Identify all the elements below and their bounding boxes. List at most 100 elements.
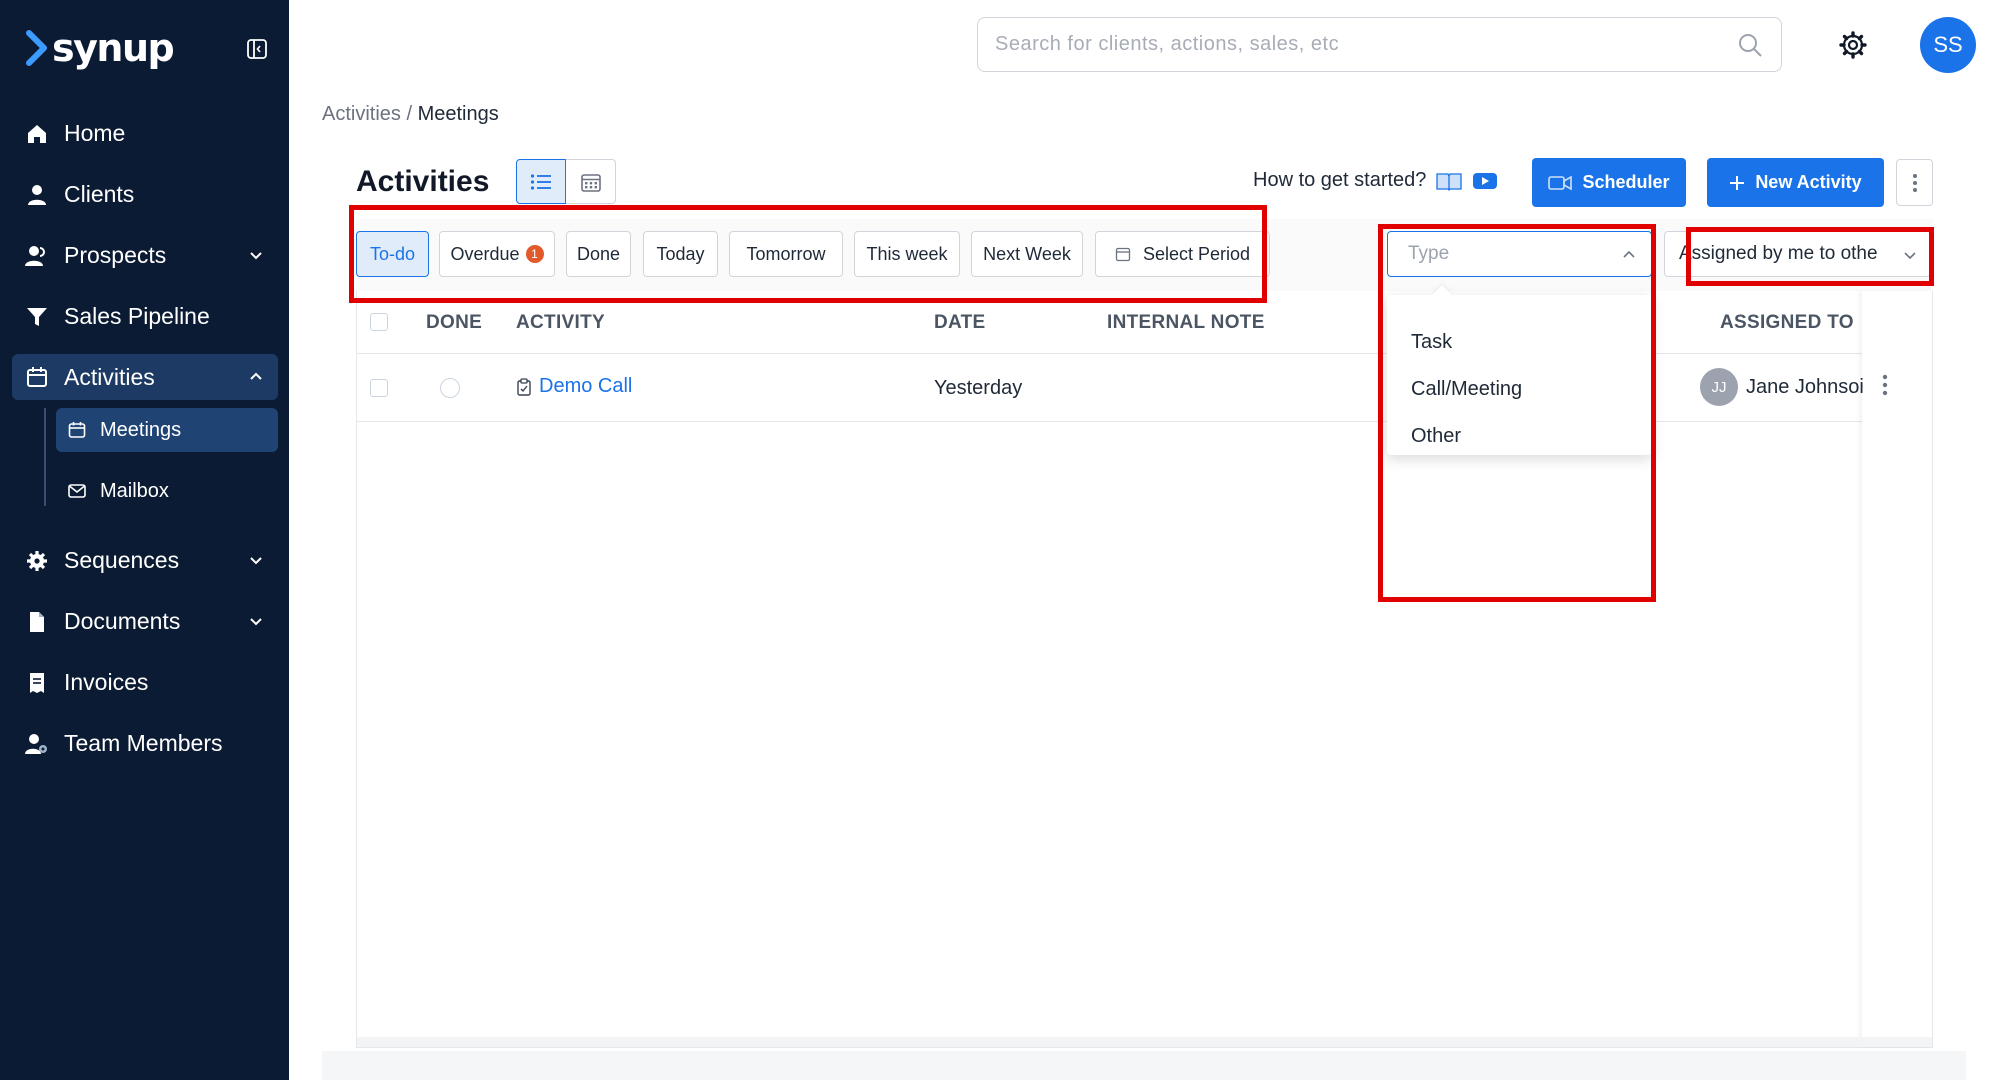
brand-logo[interactable]: synup xyxy=(26,26,175,70)
activities-table: DONE ACTIVITY DATE INTERNAL NOTE ASSIGNE… xyxy=(356,291,1933,1048)
funnel-icon xyxy=(24,304,50,330)
search-icon[interactable] xyxy=(1737,32,1763,58)
filter-overdue[interactable]: Overdue 1 xyxy=(439,231,555,277)
column-assigned-to[interactable]: ASSIGNED TO xyxy=(1720,312,1854,334)
select-all-checkbox[interactable] xyxy=(370,313,388,331)
user-icon xyxy=(24,182,50,208)
sidebar-item-team-members[interactable]: Team Members xyxy=(12,713,278,774)
assignee-name: Jane Johnsoi xyxy=(1746,375,1864,398)
column-internal-note[interactable]: INTERNAL NOTE xyxy=(1107,312,1265,334)
sidebar-item-meetings[interactable]: Meetings xyxy=(56,408,278,452)
sidebar-item-home[interactable]: Home xyxy=(12,103,278,164)
breadcrumb: Activities / Meetings xyxy=(322,103,499,126)
video-camera-icon xyxy=(1548,175,1573,190)
calendar-icon xyxy=(580,173,601,192)
type-select[interactable]: Type xyxy=(1387,231,1652,277)
sidebar-item-label: Documents xyxy=(64,608,181,634)
team-icon xyxy=(24,731,50,757)
sidebar-collapse-icon[interactable] xyxy=(246,38,268,60)
logo-chevron-icon xyxy=(26,30,47,66)
filter-this-week[interactable]: This week xyxy=(854,231,960,277)
type-select-placeholder: Type xyxy=(1408,243,1450,264)
type-option-call-meeting[interactable]: Call/Meeting xyxy=(1411,378,1522,401)
sidebar-item-prospects[interactable]: Prospects xyxy=(12,225,278,286)
mail-icon xyxy=(66,480,88,502)
sidebar-item-clients[interactable]: Clients xyxy=(12,164,278,225)
user-avatar[interactable]: SS xyxy=(1920,17,1976,73)
assignee-avatar: JJ xyxy=(1700,368,1738,406)
filter-today[interactable]: Today xyxy=(643,231,718,277)
chevron-down-icon xyxy=(250,618,262,626)
settings-gear-icon[interactable] xyxy=(1838,30,1868,60)
new-activity-button[interactable]: New Activity xyxy=(1707,158,1884,207)
overdue-count-badge: 1 xyxy=(525,245,544,263)
sidebar-item-label: Sales Pipeline xyxy=(64,303,210,329)
filter-tomorrow[interactable]: Tomorrow xyxy=(729,231,843,277)
chevron-up-icon xyxy=(1623,250,1635,258)
submenu-line xyxy=(44,408,46,506)
how-to-label: How to get started? xyxy=(1253,169,1427,191)
calendar-view-button[interactable] xyxy=(566,159,616,204)
chevron-up-icon xyxy=(250,372,262,380)
view-toggle xyxy=(516,159,616,204)
invoice-icon xyxy=(24,670,50,696)
document-icon xyxy=(24,609,50,635)
list-view-button[interactable] xyxy=(516,159,566,204)
sidebar-subitem-label: Meetings xyxy=(100,418,182,441)
horizontal-scrollbar[interactable] xyxy=(357,1037,1932,1047)
search-input[interactable] xyxy=(977,17,1782,72)
filter-select-period[interactable]: Select Period xyxy=(1095,231,1270,277)
new-activity-label: New Activity xyxy=(1755,172,1862,192)
video-play-icon[interactable] xyxy=(1472,171,1498,191)
activities-submenu: Meetings Mailbox xyxy=(32,408,278,513)
sidebar-item-label: Activities xyxy=(64,363,155,390)
filter-overdue-label: Overdue xyxy=(450,243,520,264)
users-icon xyxy=(24,243,50,269)
chevron-down-icon xyxy=(250,252,262,260)
sidebar-item-label: Invoices xyxy=(64,669,149,695)
type-dropdown-menu: Task Call/Meeting Other xyxy=(1387,295,1652,455)
sidebar-item-sales-pipeline[interactable]: Sales Pipeline xyxy=(12,286,278,347)
column-activity[interactable]: ACTIVITY xyxy=(516,312,605,334)
assigned-filter-select[interactable]: Assigned by me to othe xyxy=(1664,231,1931,277)
plus-icon xyxy=(1730,175,1745,190)
calendar-icon xyxy=(24,364,50,390)
row-kebab-menu-icon[interactable] xyxy=(1882,374,1888,396)
sidebar-item-label: Prospects xyxy=(64,242,167,268)
filter-select-period-label: Select Period xyxy=(1142,243,1251,264)
kebab-menu-icon xyxy=(1912,173,1917,192)
column-date[interactable]: DATE xyxy=(934,312,986,334)
how-to-get-started: How to get started? xyxy=(1253,169,1498,192)
more-options-button[interactable] xyxy=(1896,159,1933,206)
assignee: JJ Jane Johnsoi xyxy=(1700,368,1864,406)
gear-icon xyxy=(24,548,50,574)
page-title: Activities xyxy=(356,165,490,198)
scheduler-label: Scheduler xyxy=(1582,172,1670,192)
sidebar-nav: Home Clients Prospects Sales Pipeline Ac… xyxy=(12,103,278,774)
breadcrumb-parent[interactable]: Activities xyxy=(322,103,401,125)
type-option-task[interactable]: Task xyxy=(1411,331,1452,354)
sidebar-item-activities[interactable]: Activities xyxy=(12,354,278,400)
sidebar-item-documents[interactable]: Documents xyxy=(12,591,278,652)
filter-done[interactable]: Done xyxy=(566,231,631,277)
table-row-overlay: JJ Jane Johnsoi xyxy=(357,354,1932,422)
home-icon xyxy=(24,121,50,147)
filter-todo[interactable]: To-do xyxy=(356,231,429,277)
scheduler-button[interactable]: Scheduler xyxy=(1532,158,1686,207)
sidebar-item-sequences[interactable]: Sequences xyxy=(12,530,278,591)
page-footer-strip xyxy=(322,1051,1966,1080)
sidebar-item-mailbox[interactable]: Mailbox xyxy=(56,469,278,513)
table-header: DONE ACTIVITY DATE INTERNAL NOTE ASSIGNE… xyxy=(357,291,1932,354)
column-done[interactable]: DONE xyxy=(426,312,482,334)
sidebar-item-invoices[interactable]: Invoices xyxy=(12,652,278,713)
filter-next-week[interactable]: Next Week xyxy=(971,231,1083,277)
main-content: Activities / Meetings Activities How to … xyxy=(289,89,1999,1080)
breadcrumb-separator: / xyxy=(406,103,413,125)
book-icon[interactable] xyxy=(1436,171,1463,191)
type-option-other[interactable]: Other xyxy=(1411,425,1461,448)
sidebar: synup Home Clients Prospects Sales Pipel… xyxy=(0,0,289,1080)
calendar-icon xyxy=(1115,247,1131,262)
sidebar-subitem-label: Mailbox xyxy=(100,479,169,502)
chevron-down-icon xyxy=(250,557,262,565)
chevron-down-icon xyxy=(1904,252,1916,260)
